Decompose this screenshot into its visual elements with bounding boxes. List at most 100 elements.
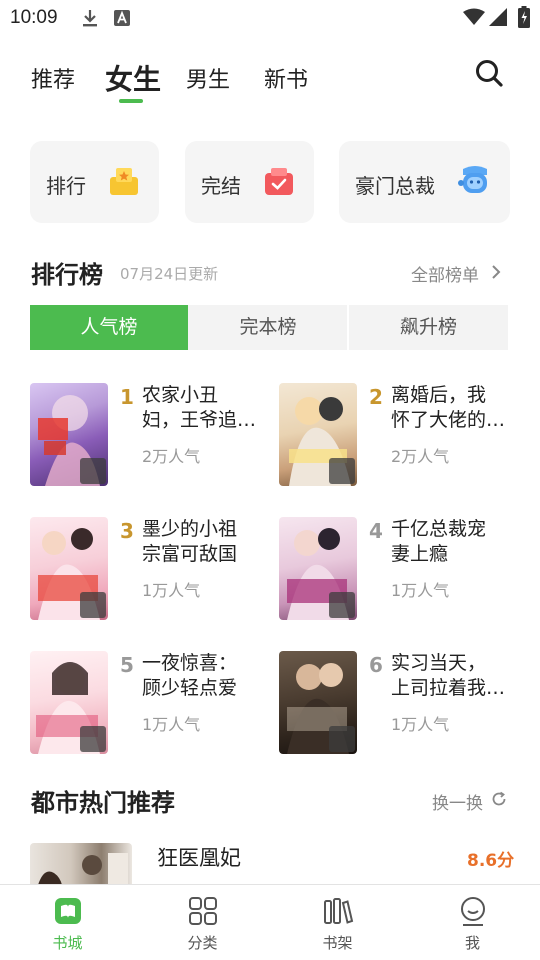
box-check-icon <box>265 168 293 195</box>
book-cover <box>30 517 108 620</box>
popularity: 1万人气 <box>142 581 201 600</box>
active-tab-indicator <box>119 99 143 103</box>
nav-profile[interactable]: 我 <box>405 885 540 960</box>
audio-badge <box>329 458 355 484</box>
book-title: 离婚后，我 怀了大佬的… <box>391 383 509 433</box>
tab-popularity[interactable]: 人气榜 <box>30 305 188 350</box>
shortcut-label: 豪门总裁 <box>355 174 435 198</box>
shortcut-label: 完结 <box>201 174 241 198</box>
popularity: 1万人气 <box>142 715 201 734</box>
shortcut-ceo-romance[interactable]: 豪门总裁 <box>339 141 510 223</box>
tab-recommend[interactable]: 推荐 <box>31 62 75 94</box>
book-title[interactable]: 狂医凰妃 <box>157 842 241 872</box>
nav-label: 书架 <box>322 934 353 952</box>
bookshelf-icon <box>323 898 353 924</box>
book-score: 8.6分 <box>467 851 515 871</box>
book-cover <box>279 651 357 754</box>
all-rankings-link[interactable]: 全部榜单 <box>411 261 479 286</box>
book-title-line: 实习当天， <box>391 652 487 674</box>
rank-item[interactable]: 5 一夜惊喜： 顾少轻点爱 1万人气 <box>30 651 260 761</box>
book-title-line: 千亿总裁宠 <box>391 518 487 540</box>
refresh-button[interactable]: 换一换 <box>432 789 483 814</box>
bookstore-icon <box>54 898 81 924</box>
rank-number: 3 <box>120 519 134 543</box>
book-title-line: 一夜惊喜： <box>142 652 238 674</box>
rank-number: 1 <box>120 385 134 409</box>
shortcut-completed[interactable]: 完结 <box>185 141 314 223</box>
ranking-title: 排行榜 <box>31 261 103 289</box>
nav-bookstore[interactable]: 书城 <box>0 885 135 960</box>
ranking-update-date: 07月24日更新 <box>120 265 219 283</box>
font-a-icon <box>114 10 130 26</box>
cover-art <box>38 853 128 885</box>
nav-category[interactable]: 分类 <box>135 885 270 960</box>
popularity: 2万人气 <box>142 447 201 466</box>
audio-badge <box>80 726 106 752</box>
book-title-line: 上司拉着我… <box>391 677 506 699</box>
tab-new-books[interactable]: 新书 <box>264 62 308 94</box>
rank-item[interactable]: 1 农家小丑 妇，王爷追… 2万人气 <box>30 383 260 493</box>
search-icon[interactable] <box>474 58 504 88</box>
rank-number: 4 <box>369 519 383 543</box>
audio-badge <box>80 458 106 484</box>
book-title: 农家小丑 妇，王爷追… <box>142 383 260 433</box>
rank-item[interactable]: 2 离婚后，我 怀了大佬的… 2万人气 <box>279 383 509 493</box>
book-cover <box>279 383 357 486</box>
tab-completed[interactable]: 完本榜 <box>189 305 347 350</box>
rank-item[interactable]: 3 墨少的小祖 宗富可敌国 1万人气 <box>30 517 260 627</box>
rank-item[interactable]: 6 实习当天， 上司拉着我… 1万人气 <box>279 651 509 761</box>
tab-female[interactable]: 女生 <box>105 58 161 98</box>
refresh-icon[interactable] <box>491 791 507 807</box>
wifi-icon <box>463 8 485 25</box>
grid-icon <box>188 897 217 925</box>
book-title: 千亿总裁宠 妻上瘾 <box>391 517 509 567</box>
download-icon <box>83 10 97 27</box>
nav-label: 我 <box>464 934 480 952</box>
rank-item[interactable]: 4 千亿总裁宠 妻上瘾 1万人气 <box>279 517 509 627</box>
divider <box>347 305 349 350</box>
trophy-icon <box>110 168 138 195</box>
chevron-right-icon[interactable] <box>490 264 502 280</box>
book-title-line: 顾少轻点爱 <box>142 677 238 699</box>
mascot-icon <box>458 166 487 193</box>
book-title: 一夜惊喜： 顾少轻点爱 <box>142 651 260 701</box>
book-cover <box>279 517 357 620</box>
profile-icon <box>460 897 485 926</box>
top-tab-bar: 推荐 女生 男生 新书 <box>0 54 540 110</box>
book-title-line: 宗富可敌国 <box>142 543 238 565</box>
book-cover[interactable] <box>30 843 132 885</box>
audio-badge <box>329 592 355 618</box>
status-time: 10:09 <box>10 7 58 28</box>
audio-badge <box>329 726 355 752</box>
popularity: 1万人气 <box>391 715 450 734</box>
rank-number: 6 <box>369 653 383 677</box>
rank-number: 2 <box>369 385 383 409</box>
section-title: 都市热门推荐 <box>31 789 175 817</box>
ranking-tabs: 人气榜 完本榜 飙升榜 <box>30 305 508 350</box>
bottom-nav: 书城 分类 书架 我 <box>0 884 540 960</box>
status-bar: 10:09 <box>0 0 540 36</box>
tab-male[interactable]: 男生 <box>186 62 230 94</box>
book-title-line: 离婚后，我 <box>391 384 487 406</box>
nav-bookshelf[interactable]: 书架 <box>270 885 405 960</box>
book-title-line: 妻上瘾 <box>391 543 449 565</box>
book-cover <box>30 383 108 486</box>
book-title-line: 怀了大佬的… <box>391 409 506 431</box>
battery-icon <box>518 6 530 28</box>
nav-label: 书城 <box>52 934 83 952</box>
signal-icon <box>489 8 507 26</box>
book-title-line: 墨少的小祖 <box>142 518 238 540</box>
book-title: 墨少的小祖 宗富可敌国 <box>142 517 260 567</box>
book-title-line: 农家小丑 <box>142 384 219 406</box>
popularity: 2万人气 <box>391 447 450 466</box>
shortcut-ranking[interactable]: 排行 <box>30 141 159 223</box>
audio-badge <box>80 592 106 618</box>
shortcut-label: 排行 <box>46 174 86 198</box>
book-cover <box>30 651 108 754</box>
tab-rising[interactable]: 飙升榜 <box>349 305 508 350</box>
book-title: 实习当天， 上司拉着我… <box>391 651 509 701</box>
rank-number: 5 <box>120 653 134 677</box>
nav-label: 分类 <box>187 934 218 952</box>
book-title-line: 妇，王爷追… <box>142 409 257 431</box>
popularity: 1万人气 <box>391 581 450 600</box>
